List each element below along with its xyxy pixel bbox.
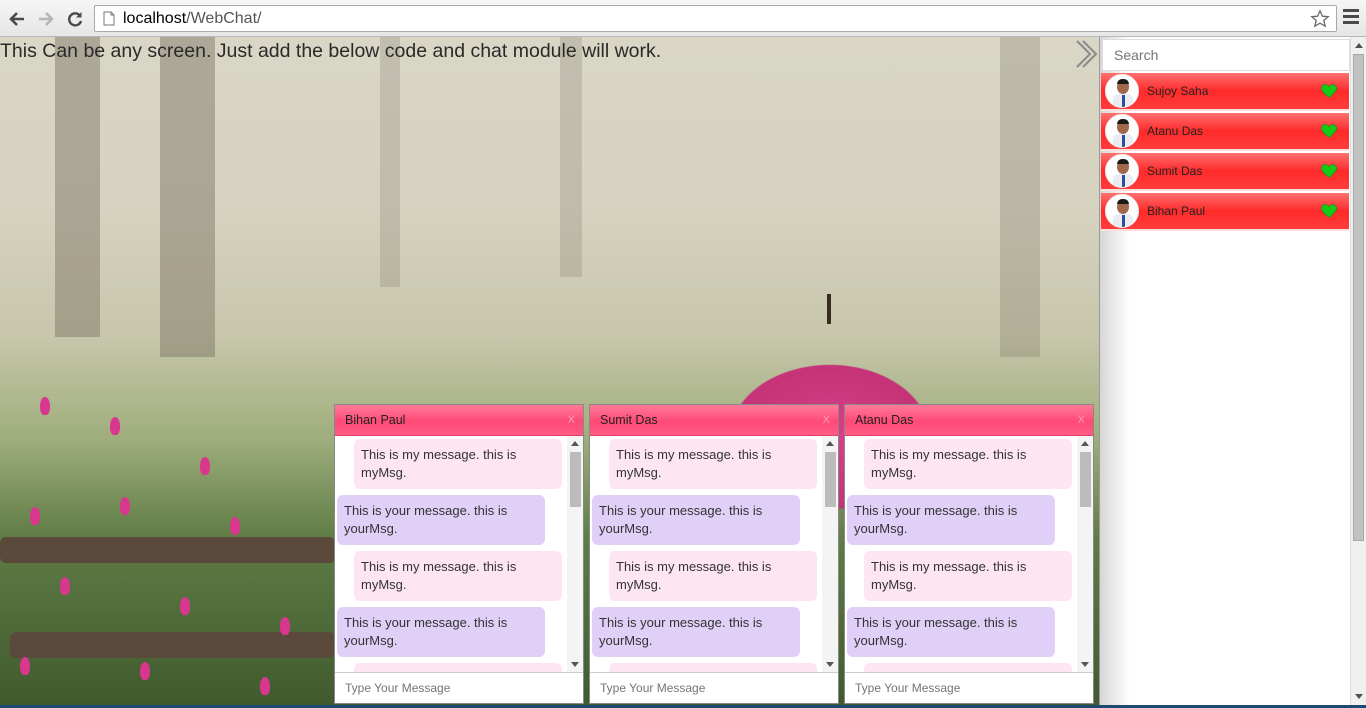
my-message [354,663,562,672]
page-scrollbar[interactable] [1350,37,1366,705]
background-flower [120,497,130,515]
scroll-thumb[interactable] [1353,54,1364,541]
chat-messages: This is my message. this is myMsg. This … [590,436,838,672]
message-input[interactable] [845,672,1093,703]
reload-icon[interactable] [64,8,86,30]
background-flower [30,507,40,525]
avatar [1105,194,1139,228]
chat-header[interactable]: Sumit Das X [590,405,838,436]
contact-item[interactable]: Atanu Das [1101,113,1349,151]
my-message: This is my message. this is myMsg. [354,551,562,601]
background-flower [20,657,30,675]
chat-title: Sumit Das [600,413,658,427]
message-input[interactable] [335,672,583,703]
chat-header[interactable]: Atanu Das X [845,405,1093,436]
your-message: This is your message. this is yourMsg. [592,607,800,657]
contact-sidebar: Sujoy Saha Atanu Das Sumit Das Bihan Pau… [1099,37,1350,705]
chat-title: Bihan Paul [345,413,406,427]
background-log [0,537,335,563]
your-message: This is your message. this is yourMsg. [847,607,1055,657]
avatar [1105,114,1139,148]
background-tree [560,37,582,277]
my-message: This is my message. this is myMsg. [864,439,1072,489]
contact-name: Atanu Das [1147,124,1204,138]
chat-scrollbar[interactable] [1077,436,1093,672]
back-arrow-icon[interactable] [6,8,28,30]
contact-item[interactable]: Sujoy Saha [1101,73,1349,111]
your-message: This is your message. this is yourMsg. [337,495,545,545]
chat-title: Atanu Das [855,413,914,427]
background-flower [230,517,240,535]
hamburger-menu-icon[interactable] [1343,9,1359,27]
chat-close-button[interactable]: X [1078,414,1085,426]
your-message: This is your message. this is yourMsg. [592,495,800,545]
contact-name: Bihan Paul [1147,204,1206,218]
my-message [609,663,817,672]
background-tree [160,37,215,357]
background-flower [140,662,150,680]
heart-icon [1321,124,1337,138]
contact-item[interactable]: Bihan Paul [1101,193,1349,231]
background-flower [60,577,70,595]
chat-scrollbar[interactable] [822,436,838,672]
chat-scrollbar[interactable] [567,436,583,672]
background-flower [180,597,190,615]
heart-icon [1321,84,1337,98]
my-message [864,663,1072,672]
chat-close-button[interactable]: X [568,414,575,426]
scroll-up-icon[interactable] [1355,43,1363,48]
chat-window: Atanu Das X This is my message. this is … [844,404,1094,704]
background-tree [380,37,400,287]
contact-item[interactable]: Sumit Das [1101,153,1349,191]
background-flower [200,457,210,475]
background-tree [55,37,100,337]
heart-icon [1321,164,1337,178]
contact-name: Sujoy Saha [1147,84,1209,98]
star-icon[interactable] [1310,9,1330,29]
chat-close-button[interactable]: X [823,414,830,426]
url-text: localhost/WebChat/ [123,9,262,27]
background-flower [260,677,270,695]
chevron-right-icon[interactable] [1073,39,1099,69]
my-message: This is my message. this is myMsg. [354,439,562,489]
scroll-down-icon[interactable] [1355,694,1363,699]
background-flower [280,617,290,635]
avatar [1105,154,1139,188]
my-message: This is my message. this is myMsg. [609,551,817,601]
chat-window: Bihan Paul X This is my message. this is… [334,404,584,704]
chat-messages: This is my message. this is myMsg. This … [335,436,583,672]
chat-messages: This is my message. this is myMsg. This … [845,436,1093,672]
background-tree [1000,37,1040,357]
address-bar[interactable]: localhost/WebChat/ [94,5,1337,32]
browser-toolbar: localhost/WebChat/ [0,0,1366,37]
page-icon [103,11,115,26]
your-message: This is your message. this is yourMsg. [847,495,1055,545]
background-log [10,632,335,658]
page-headline: This Can be any screen. Just add the bel… [0,40,662,62]
forward-arrow-icon[interactable] [35,8,57,30]
my-message: This is my message. this is myMsg. [609,439,817,489]
your-message: This is your message. this is yourMsg. [337,607,545,657]
background-flower [110,417,120,435]
my-message: This is my message. this is myMsg. [864,551,1072,601]
contact-name: Sumit Das [1147,164,1203,178]
background-flower [40,397,50,415]
chat-header[interactable]: Bihan Paul X [335,405,583,436]
umbrella-tip [827,294,831,324]
message-input[interactable] [590,672,838,703]
chat-window: Sumit Das X This is my message. this is … [589,404,839,704]
search-input[interactable] [1102,39,1350,71]
avatar [1105,74,1139,108]
heart-icon [1321,204,1337,218]
